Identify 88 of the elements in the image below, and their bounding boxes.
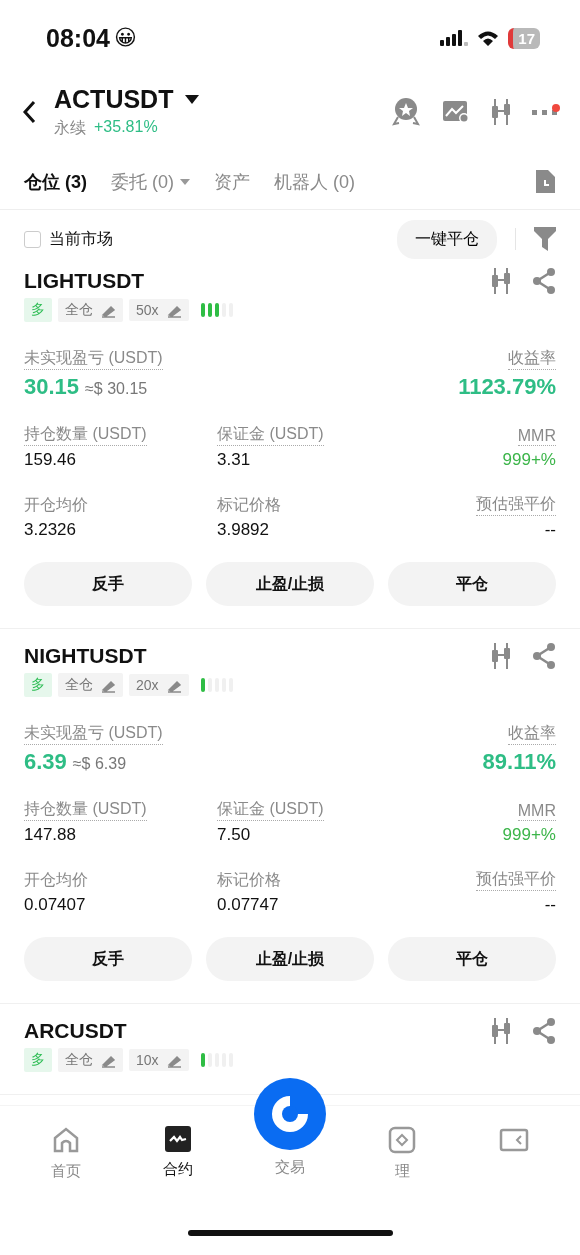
chart-icon[interactable] [442, 99, 470, 125]
leverage-tag[interactable]: 20x [129, 674, 189, 696]
tab[interactable]: 资产 [214, 169, 250, 194]
field-label: 收益率 [508, 723, 556, 745]
checkbox[interactable] [24, 230, 41, 248]
pnl-value: 30.15 [24, 374, 80, 400]
field-label: 收益率 [508, 348, 556, 370]
emoji-icon: 😀 [113, 25, 137, 51]
field-label: 预估强平价 [476, 494, 556, 516]
tab[interactable]: 仓位 (3) [24, 169, 87, 194]
action-button[interactable]: 反手 [24, 562, 192, 606]
action-button[interactable]: 平仓 [388, 562, 556, 606]
position-symbol: LIGHTUSDT [24, 269, 145, 293]
pnl-approx: ≈$ 6.39 [72, 755, 127, 773]
share-icon[interactable] [532, 643, 556, 669]
field-value: 0.07407 [24, 895, 87, 915]
candlestick-icon[interactable] [492, 99, 510, 125]
field-value: 159.46 [24, 450, 77, 470]
field-value: 999+% [502, 825, 556, 845]
margin-mode-tag[interactable]: 全仓 [58, 1048, 123, 1072]
field-value: 3.2326 [24, 520, 77, 540]
leverage-tag[interactable]: 50x [129, 299, 189, 321]
candlestick-icon[interactable] [492, 268, 510, 294]
field-label: 开仓均价 [24, 495, 88, 515]
tab[interactable]: 机器人 (0) [274, 169, 355, 194]
field-value: -- [544, 895, 556, 915]
nav-item[interactable]: 合约 [133, 1126, 223, 1179]
signal-icon [440, 29, 469, 47]
field-label: 预估强平价 [476, 869, 556, 891]
field-label: 保证金 (USDT) [217, 799, 324, 821]
close-all-button[interactable]: 一键平仓 [397, 219, 497, 259]
side-tag: 多 [24, 1048, 52, 1072]
back-icon[interactable] [22, 100, 36, 124]
history-icon[interactable] [534, 168, 556, 195]
roe-value: 89.11% [482, 749, 556, 775]
field-label: 未实现盈亏 (USDT) [24, 723, 163, 745]
field-label: 标记价格 [217, 870, 281, 890]
field-label: MMR [517, 427, 556, 446]
leverage-tag[interactable]: 10x [129, 1049, 189, 1071]
field-value: 147.88 [24, 825, 77, 845]
field-label: 持仓数量 (USDT) [24, 424, 147, 446]
roe-value: 1123.79% [458, 374, 556, 400]
field-label: 保证金 (USDT) [217, 424, 324, 446]
side-tag: 多 [24, 673, 52, 697]
pnl-approx: ≈$ 30.15 [85, 380, 148, 398]
filter-icon[interactable] [534, 227, 556, 251]
wallet-icon [499, 1126, 529, 1154]
more-icon[interactable] [532, 108, 558, 116]
symbol-title[interactable]: ACTUSDT [54, 85, 174, 114]
position-symbol: ARCUSDT [24, 1019, 127, 1043]
field-label: 开仓均价 [24, 870, 88, 890]
nav-item[interactable]: 首页 [21, 1126, 111, 1181]
margin-mode-tag[interactable]: 全仓 [58, 673, 123, 697]
field-value: 3.9892 [217, 520, 270, 540]
action-button[interactable]: 平仓 [388, 937, 556, 981]
field-label: 标记价格 [217, 495, 281, 515]
field-value: 7.50 [217, 825, 252, 845]
share-icon[interactable] [532, 268, 556, 294]
status-time: 08:04 [46, 23, 110, 53]
share-icon[interactable] [532, 1018, 556, 1044]
position-symbol: NIGHTUSDT [24, 644, 147, 668]
margin-mode-tag[interactable]: 全仓 [58, 298, 123, 322]
battery-icon: 17 [508, 27, 540, 49]
caret-icon[interactable] [185, 94, 200, 105]
field-label: 持仓数量 (USDT) [24, 799, 147, 821]
field-value: -- [544, 520, 556, 540]
nav-item[interactable]: 理 [357, 1126, 447, 1181]
home-icon [52, 1126, 80, 1154]
price-change: +35.81% [94, 118, 158, 137]
field-value: 999+% [502, 450, 556, 470]
wifi-icon [476, 29, 501, 47]
field-value: 3.31 [217, 450, 252, 470]
field-label: 未实现盈亏 (USDT) [24, 348, 163, 370]
badge-icon[interactable] [392, 97, 420, 127]
action-button[interactable]: 止盈/止损 [206, 937, 374, 981]
candlestick-icon[interactable] [492, 643, 510, 669]
nav-item[interactable]: 交易 [245, 1078, 335, 1177]
candlestick-icon[interactable] [492, 1018, 510, 1044]
pnl-value: 6.39 [24, 749, 67, 775]
action-button[interactable]: 反手 [24, 937, 192, 981]
side-tag: 多 [24, 298, 52, 322]
field-label: MMR [517, 802, 556, 821]
checkbox-label: 当前市场 [49, 228, 114, 249]
action-button[interactable]: 止盈/止损 [206, 562, 374, 606]
contract-type: 永续 [54, 118, 86, 138]
tab[interactable]: 委托 (0) [111, 169, 190, 194]
field-value: 0.07747 [217, 895, 280, 915]
pulse-icon [165, 1126, 191, 1152]
